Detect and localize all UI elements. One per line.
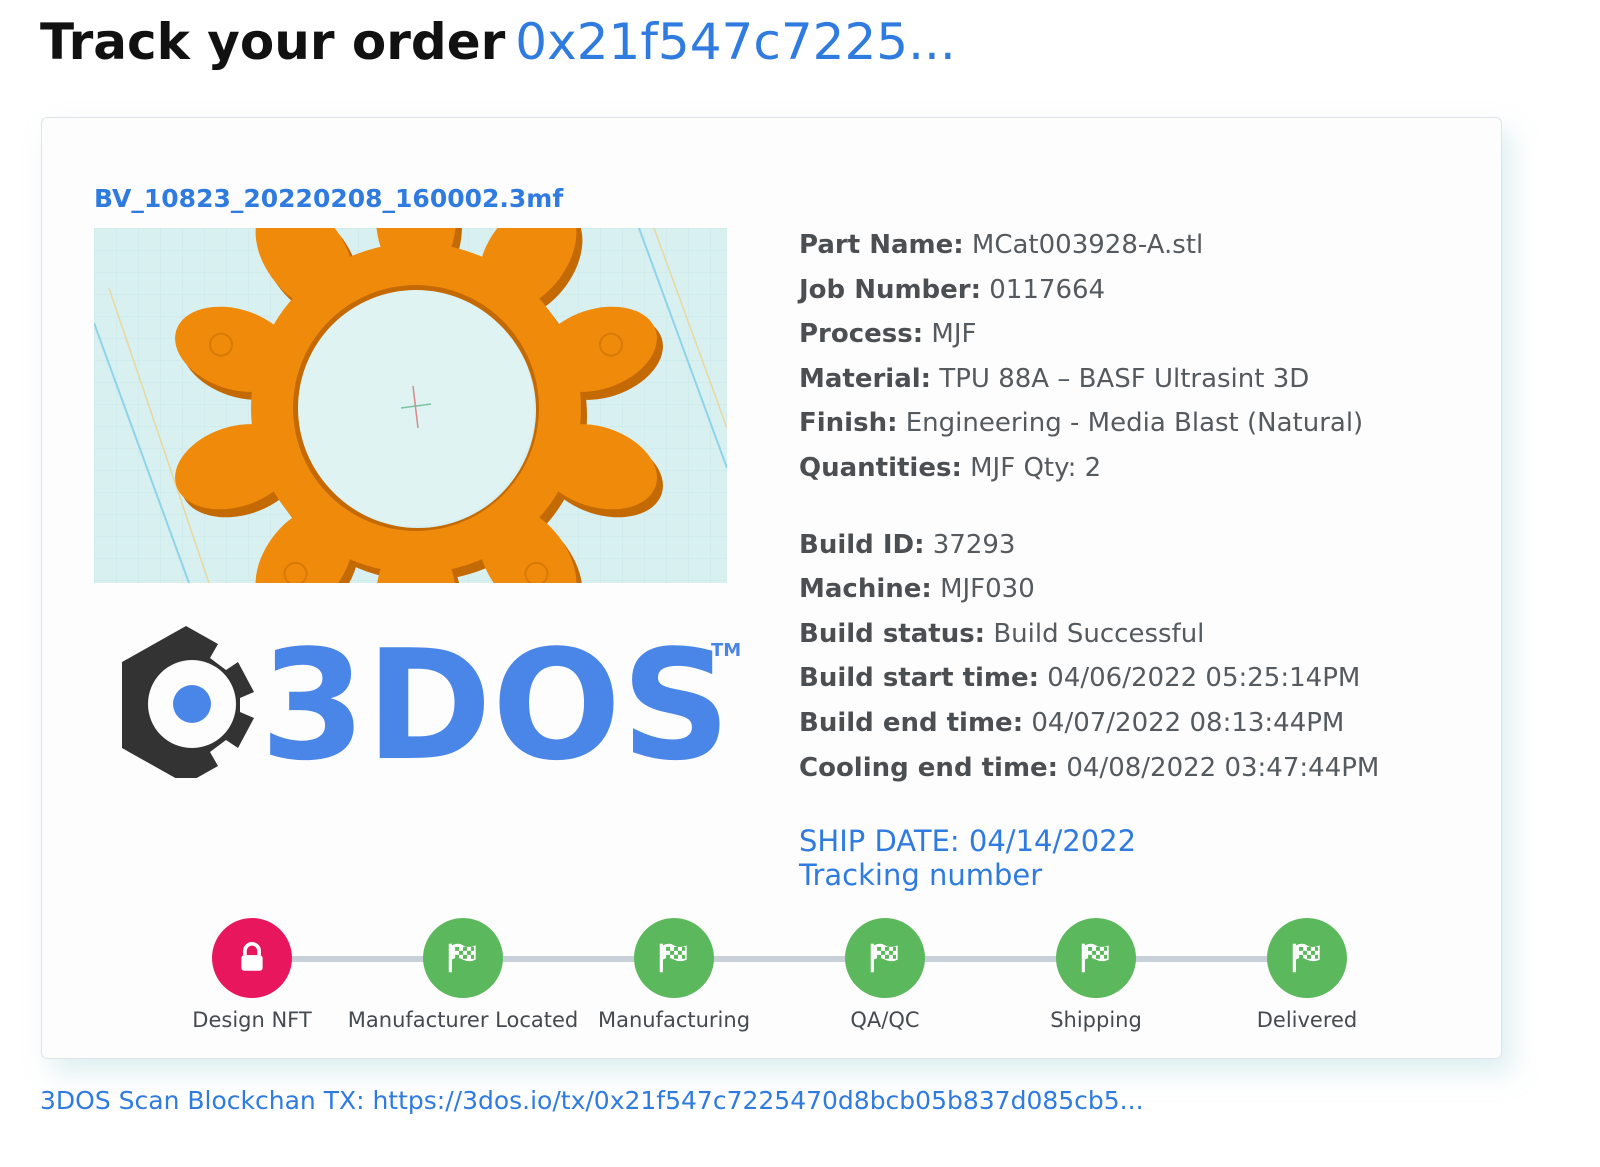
detail-value: MJF030 bbox=[940, 574, 1035, 605]
checkered-flag-icon bbox=[634, 918, 714, 998]
detail-label: Cooling end time: bbox=[799, 752, 1059, 783]
progress-step[interactable]: Delivered bbox=[1187, 918, 1427, 1032]
detail-value: MCat003928-A.stl bbox=[971, 230, 1204, 260]
detail-value: 04/06/2022 05:25:14PM bbox=[1047, 663, 1361, 694]
detail-row: Quantities: MJF Qty: 2 bbox=[799, 446, 1479, 491]
detail-label: Quantities: bbox=[799, 452, 962, 483]
part-details-group: Part Name: MCat003928-A.stl Job Number: 0… bbox=[799, 223, 1479, 491]
blockchain-tx-link[interactable]: 3DOS Scan Blockchan TX: https://3dos.io/… bbox=[40, 1086, 1144, 1115]
detail-value: 04/08/2022 03:47:44PM bbox=[1066, 752, 1380, 783]
page-title: Track your order 0x21f547c7225... bbox=[40, 10, 956, 74]
detail-value: MJF bbox=[931, 319, 977, 350]
shipping-info: SHIP DATE: 04/14/2022 Tracking number bbox=[799, 824, 1136, 892]
detail-label: Finish: bbox=[799, 408, 898, 439]
detail-row: Finish: Engineering - Media Blast (Natur… bbox=[799, 401, 1479, 446]
file-name-link[interactable]: BV_10823_20220208_160002.3mf bbox=[94, 184, 563, 213]
detail-label: Job Number: bbox=[799, 274, 982, 305]
page-title-text: Track your order bbox=[40, 13, 506, 71]
detail-value: 0117664 bbox=[989, 274, 1106, 305]
progress-step-label: Delivered bbox=[1256, 1008, 1358, 1032]
checkered-flag-icon bbox=[1056, 918, 1136, 998]
detail-label: Build status: bbox=[799, 618, 986, 649]
progress-step-label: Shipping bbox=[1050, 1008, 1142, 1032]
detail-value: Build Successful bbox=[993, 618, 1205, 649]
tracking-number-link[interactable]: Tracking number bbox=[799, 858, 1136, 892]
progress-step[interactable]: Shipping bbox=[976, 918, 1216, 1032]
order-card: BV_10823_20220208_160002.3mf 3DOS TM Par… bbox=[41, 117, 1502, 1059]
orange-gear-model-icon bbox=[94, 228, 727, 583]
progress-step[interactable]: Manufacturing bbox=[554, 918, 794, 1032]
progress-step-label: QA/QC bbox=[850, 1008, 920, 1032]
detail-row: Build status: Build Successful bbox=[799, 612, 1479, 657]
detail-row: Material: TPU 88A – BASF Ultrasint 3D bbox=[799, 357, 1479, 402]
logo-trademark: TM bbox=[711, 640, 741, 661]
detail-row: Job Number: 0117664 bbox=[799, 268, 1479, 313]
detail-label: Machine: bbox=[799, 574, 932, 605]
detail-row: Machine: MJF030 bbox=[799, 567, 1479, 612]
progress-step[interactable]: Manufacturer Located bbox=[343, 918, 583, 1032]
progress-step-label: Manufacturer Located bbox=[347, 1008, 579, 1032]
ship-date: SHIP DATE: 04/14/2022 bbox=[799, 824, 1137, 858]
detail-label: Process: bbox=[799, 319, 924, 350]
order-progress-tracker: Design NFT Manufacturer Located Manufactur… bbox=[42, 918, 1503, 1048]
detail-label: Part Name: bbox=[799, 230, 964, 260]
part-preview-image bbox=[94, 228, 727, 583]
progress-step[interactable]: QA/QC bbox=[765, 918, 1005, 1032]
lock-icon bbox=[212, 918, 292, 998]
order-tracking-page: Track your order 0x21f547c7225... BV_1082… bbox=[0, 0, 1600, 1167]
order-details: Part Name: MCat003928-A.stl Job Number: 0… bbox=[799, 223, 1479, 790]
detail-label: Material: bbox=[799, 363, 932, 394]
3dos-logo: 3DOS TM bbox=[108, 617, 748, 794]
logo-wordmark: 3DOS bbox=[260, 618, 731, 778]
progress-step[interactable]: Design NFT bbox=[132, 918, 372, 1032]
checkered-flag-icon bbox=[423, 918, 503, 998]
detail-row: Build ID: 37293 bbox=[799, 523, 1479, 568]
detail-row: Part Name: MCat003928-A.stl bbox=[799, 223, 1479, 268]
detail-value: Engineering - Media Blast (Natural) bbox=[905, 408, 1364, 439]
detail-value: MJF Qty: 2 bbox=[970, 452, 1102, 483]
build-details-group: Build ID: 37293 Machine: MJF030 Build stat… bbox=[799, 523, 1479, 791]
detail-value: 37293 bbox=[932, 529, 1016, 560]
detail-row: Build end time: 04/07/2022 08:13:44PM bbox=[799, 701, 1479, 746]
detail-value: TPU 88A – BASF Ultrasint 3D bbox=[939, 363, 1310, 394]
progress-step-label: Manufacturing bbox=[597, 1008, 751, 1032]
detail-row: Process: MJF bbox=[799, 312, 1479, 357]
detail-label: Build end time: bbox=[799, 707, 1024, 738]
progress-step-label: Design NFT bbox=[192, 1008, 312, 1032]
detail-row: Build start time: 04/06/2022 05:25:14PM bbox=[799, 656, 1479, 701]
detail-label: Build ID: bbox=[799, 529, 925, 560]
checkered-flag-icon bbox=[1267, 918, 1347, 998]
checkered-flag-icon bbox=[845, 918, 925, 998]
order-id-link[interactable]: 0x21f547c7225... bbox=[515, 13, 955, 71]
detail-value: 04/07/2022 08:13:44PM bbox=[1031, 707, 1345, 738]
detail-label: Build start time: bbox=[799, 663, 1040, 694]
detail-row: Cooling end time: 04/08/2022 03:47:44PM bbox=[799, 746, 1479, 791]
